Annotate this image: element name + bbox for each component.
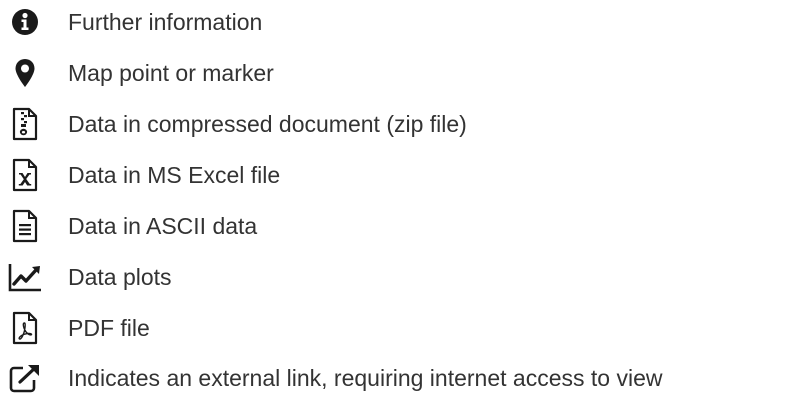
- legend-item-label: Data in compressed document (zip file): [68, 111, 467, 137]
- legend-item-label: Data in MS Excel file: [68, 162, 281, 188]
- text-file-icon: [8, 206, 42, 246]
- info-circle-icon: [8, 2, 42, 42]
- legend-item-label: Data plots: [68, 264, 172, 290]
- pdf-file-icon: [8, 308, 42, 348]
- external-link-icon: [8, 358, 42, 398]
- excel-file-icon: [8, 155, 42, 195]
- legend-item-label: Map point or marker: [68, 60, 274, 86]
- zip-file-icon: [8, 104, 42, 144]
- map-marker-icon: [8, 53, 42, 93]
- line-chart-icon: [8, 257, 42, 297]
- legend-item-label: PDF file: [68, 315, 150, 341]
- legend-item-label: Indicates an external link, requiring in…: [68, 365, 663, 391]
- legend-item-label: Further information: [68, 9, 263, 35]
- legend-item-label: Data in ASCII data: [68, 213, 258, 239]
